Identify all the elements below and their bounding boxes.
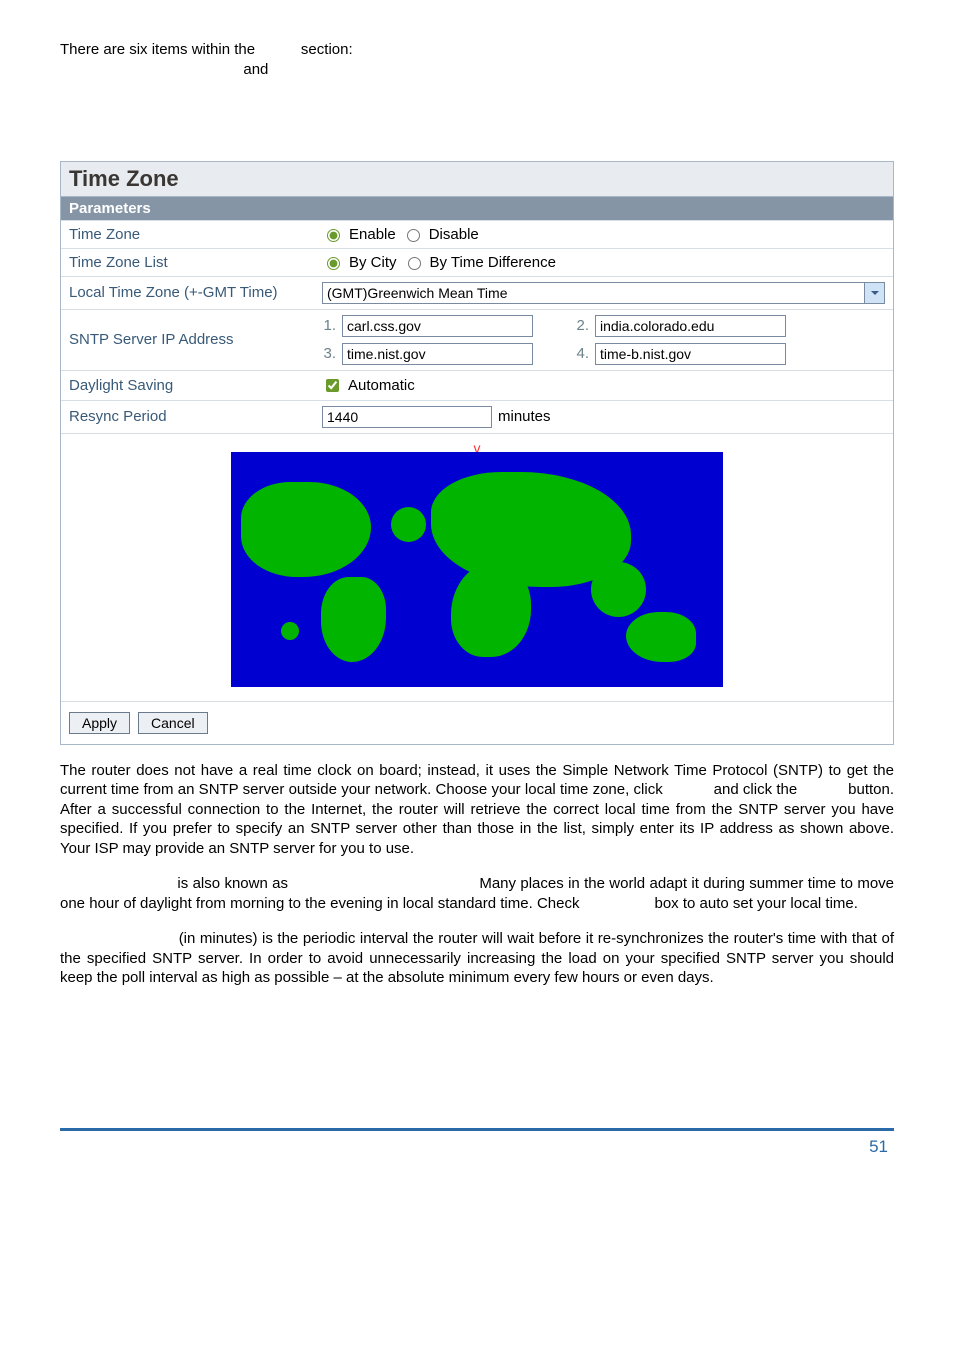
sntp-num-2: 2. bbox=[575, 317, 589, 334]
sntp-input-2[interactable] bbox=[595, 315, 786, 337]
row-sntp: SNTP Server IP Address 1. 2. 3. 4. bbox=[61, 309, 893, 370]
resync-unit: minutes bbox=[498, 408, 551, 425]
radio-tz-enable[interactable] bbox=[327, 229, 340, 242]
panel-title: Time Zone bbox=[61, 162, 893, 197]
intro-line1a: There are six items within the bbox=[60, 41, 259, 58]
resync-input[interactable] bbox=[322, 406, 492, 428]
p2c: box to auto set your local time. bbox=[650, 895, 858, 912]
sntp-num-3: 3. bbox=[322, 345, 336, 362]
row-daylight: Daylight Saving Automatic bbox=[61, 370, 893, 400]
row-tzlist: Time Zone List By City By Time Differenc… bbox=[61, 248, 893, 276]
body-text: The router does not have a real time clo… bbox=[60, 761, 894, 988]
page-footer: 51 bbox=[60, 1128, 894, 1157]
p1b: and click the bbox=[709, 781, 801, 798]
row-localtz: Local Time Zone (+-GMT Time) (GMT)Greenw… bbox=[61, 276, 893, 309]
intro-and: and bbox=[239, 61, 268, 78]
checkbox-automatic-label: Automatic bbox=[348, 377, 415, 394]
checkbox-automatic[interactable] bbox=[326, 379, 339, 392]
sntp-num-4: 4. bbox=[575, 345, 589, 362]
row-timezone: Time Zone Enable Disable bbox=[61, 220, 893, 248]
p2a: is also known as bbox=[173, 875, 292, 892]
radio-tz-disable[interactable] bbox=[407, 229, 420, 242]
radio-bytimediff[interactable] bbox=[408, 257, 421, 270]
radio-bytimediff-label: By Time Difference bbox=[430, 254, 556, 271]
world-map[interactable] bbox=[231, 452, 723, 687]
page-number: 51 bbox=[869, 1137, 888, 1156]
label-daylight: Daylight Saving bbox=[69, 377, 314, 394]
radio-tz-enable-label: Enable bbox=[349, 226, 396, 243]
radio-bycity[interactable] bbox=[327, 257, 340, 270]
sntp-input-3[interactable] bbox=[342, 343, 533, 365]
chevron-down-icon[interactable] bbox=[865, 282, 885, 304]
label-sntp: SNTP Server IP Address bbox=[69, 331, 314, 348]
sntp-input-1[interactable] bbox=[342, 315, 533, 337]
label-tzlist: Time Zone List bbox=[69, 254, 314, 271]
row-resync: Resync Period minutes bbox=[61, 400, 893, 433]
label-timezone: Time Zone bbox=[69, 226, 314, 243]
select-localtz[interactable]: (GMT)Greenwich Mean Time bbox=[322, 282, 885, 304]
sntp-num-1: 1. bbox=[322, 317, 336, 334]
p3: (in minutes) is the periodic interval th… bbox=[60, 930, 894, 986]
panel-subtitle: Parameters bbox=[61, 197, 893, 220]
sntp-input-4[interactable] bbox=[595, 343, 786, 365]
intro-text: There are six items within the section: … bbox=[60, 40, 894, 81]
apply-button[interactable]: Apply bbox=[69, 712, 130, 734]
intro-line1b: section: bbox=[297, 41, 353, 58]
world-map-area: v bbox=[61, 433, 893, 701]
cancel-button[interactable]: Cancel bbox=[138, 712, 208, 734]
radio-tz-disable-label: Disable bbox=[429, 226, 479, 243]
label-resync: Resync Period bbox=[69, 408, 314, 425]
button-row: Apply Cancel bbox=[61, 701, 893, 744]
radio-bycity-label: By City bbox=[349, 254, 397, 271]
select-localtz-value: (GMT)Greenwich Mean Time bbox=[322, 282, 865, 304]
label-localtz: Local Time Zone (+-GMT Time) bbox=[69, 284, 314, 301]
footer-bar bbox=[628, 1128, 888, 1131]
timezone-panel: Time Zone Parameters Time Zone Enable Di… bbox=[60, 161, 894, 745]
